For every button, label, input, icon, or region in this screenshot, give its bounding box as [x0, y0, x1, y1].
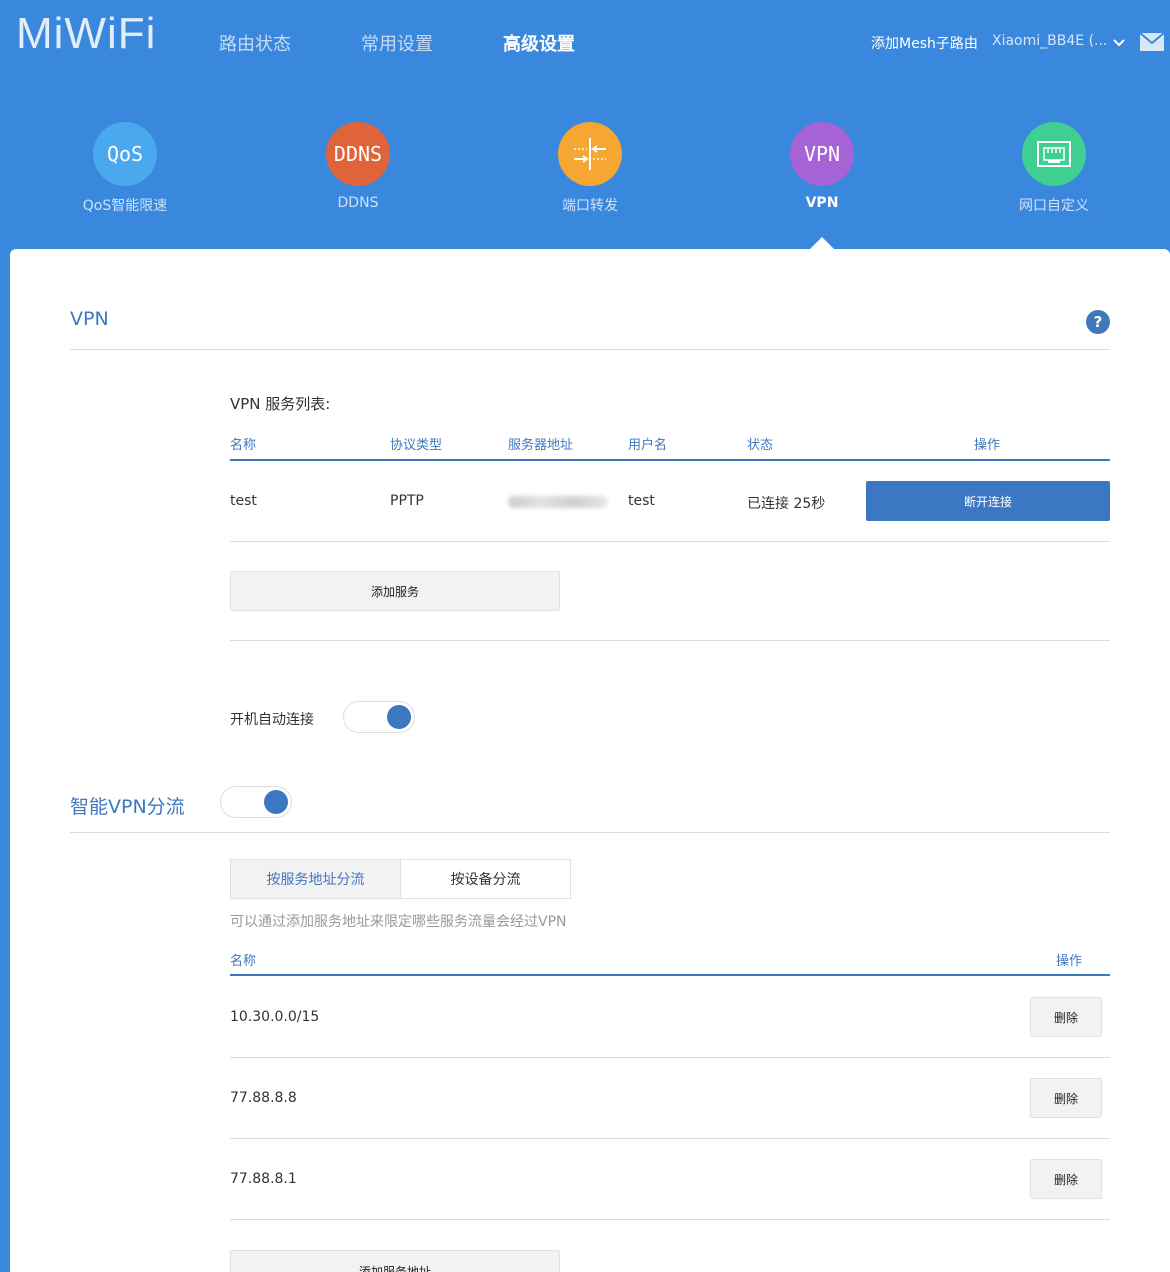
- address-row-name: 77.88.8.8: [230, 1090, 297, 1106]
- vpn-row-status: 已连接 25秒: [747, 496, 826, 512]
- divider: [230, 640, 1110, 641]
- col-user: 用户名: [628, 438, 668, 453]
- divider: [230, 1057, 1110, 1058]
- port-forward-icon: [558, 122, 622, 186]
- top-bar: MiWiFi 路由状态 常用设置 高级设置 添加Mesh子路由 Xiaomi_B…: [0, 0, 1170, 86]
- toggle-knob: [264, 790, 288, 814]
- col-server: 服务器地址: [508, 438, 574, 453]
- qos-icon: QoS: [93, 122, 157, 186]
- divider: [230, 1219, 1110, 1220]
- col-name: 名称: [230, 954, 257, 969]
- vpn-row-user: test: [628, 493, 655, 509]
- vpn-list-title: VPN 服务列表:: [230, 395, 331, 413]
- chevron-down-icon[interactable]: [1112, 36, 1126, 50]
- miwifi-logo[interactable]: MiWiFi: [16, 12, 156, 56]
- auto-connect-toggle[interactable]: [343, 701, 415, 733]
- vpn-row-name: test: [230, 493, 257, 509]
- col-name: 名称: [230, 438, 257, 453]
- col-protocol: 协议类型: [390, 438, 443, 453]
- table-header-rule: [230, 974, 1110, 976]
- ethernet-port-icon: [1022, 122, 1086, 186]
- ddns-icon: DDNS: [326, 122, 390, 186]
- tab-by-device[interactable]: 按设备分流: [400, 859, 571, 899]
- nav-advanced-settings[interactable]: 高级设置: [503, 30, 575, 56]
- smart-vpn-title: 智能VPN分流: [70, 796, 185, 818]
- feature-label: QoS智能限速: [82, 198, 168, 214]
- device-name[interactable]: Xiaomi_BB4E (...: [992, 33, 1107, 49]
- feature-qos[interactable]: QoS QoS智能限速: [60, 122, 190, 215]
- feature-label: 网口自定义: [1019, 198, 1089, 214]
- vpn-section-title: VPN: [70, 308, 109, 330]
- address-row-name: 77.88.8.1: [230, 1171, 297, 1187]
- disconnect-button[interactable]: 断开连接: [866, 481, 1110, 521]
- divider: [70, 349, 1110, 350]
- add-address-button[interactable]: 添加服务地址: [230, 1250, 560, 1272]
- delete-button[interactable]: 删除: [1030, 1159, 1102, 1199]
- table-header-rule: [230, 459, 1110, 461]
- delete-button[interactable]: 删除: [1030, 1078, 1102, 1118]
- col-status: 状态: [747, 438, 774, 453]
- vpn-icon: VPN: [790, 122, 854, 186]
- feature-ethernet[interactable]: 网口自定义: [989, 122, 1119, 215]
- add-service-button[interactable]: 添加服务: [230, 571, 560, 611]
- feature-port-forward[interactable]: 端口转发: [525, 122, 655, 215]
- toggle-knob: [387, 705, 411, 729]
- help-icon[interactable]: ?: [1086, 310, 1110, 334]
- address-row-name: 10.30.0.0/15: [230, 1009, 320, 1025]
- feature-label: VPN: [805, 195, 839, 211]
- col-action: 操作: [1056, 954, 1083, 969]
- feature-vpn[interactable]: VPN VPN: [757, 122, 887, 211]
- content-card: VPN ? VPN 服务列表: 名称 协议类型 服务器地址 用户名 状态 操作 …: [10, 249, 1170, 1272]
- vpn-row-server-redacted: [508, 496, 608, 508]
- divider: [230, 1138, 1110, 1139]
- smart-hint: 可以通过添加服务地址来限定哪些服务流量会经过VPN: [230, 914, 567, 930]
- mail-icon[interactable]: [1140, 33, 1164, 51]
- col-action: 操作: [974, 438, 1001, 453]
- divider: [70, 832, 1110, 833]
- active-tab-pointer: [810, 237, 834, 249]
- nav-common-settings[interactable]: 常用设置: [361, 30, 433, 56]
- feature-label: DDNS: [337, 195, 379, 211]
- add-mesh-link[interactable]: 添加Mesh子路由: [871, 33, 978, 53]
- tab-by-service[interactable]: 按服务地址分流: [230, 859, 401, 899]
- vpn-row-protocol: PPTP: [390, 493, 424, 509]
- divider: [230, 541, 1110, 542]
- delete-button[interactable]: 删除: [1030, 997, 1102, 1037]
- feature-ddns[interactable]: DDNS DDNS: [293, 122, 423, 211]
- feature-label: 端口转发: [562, 198, 618, 214]
- nav-router-status[interactable]: 路由状态: [219, 30, 291, 56]
- auto-connect-label: 开机自动连接: [230, 712, 314, 728]
- smart-vpn-toggle[interactable]: [220, 786, 292, 818]
